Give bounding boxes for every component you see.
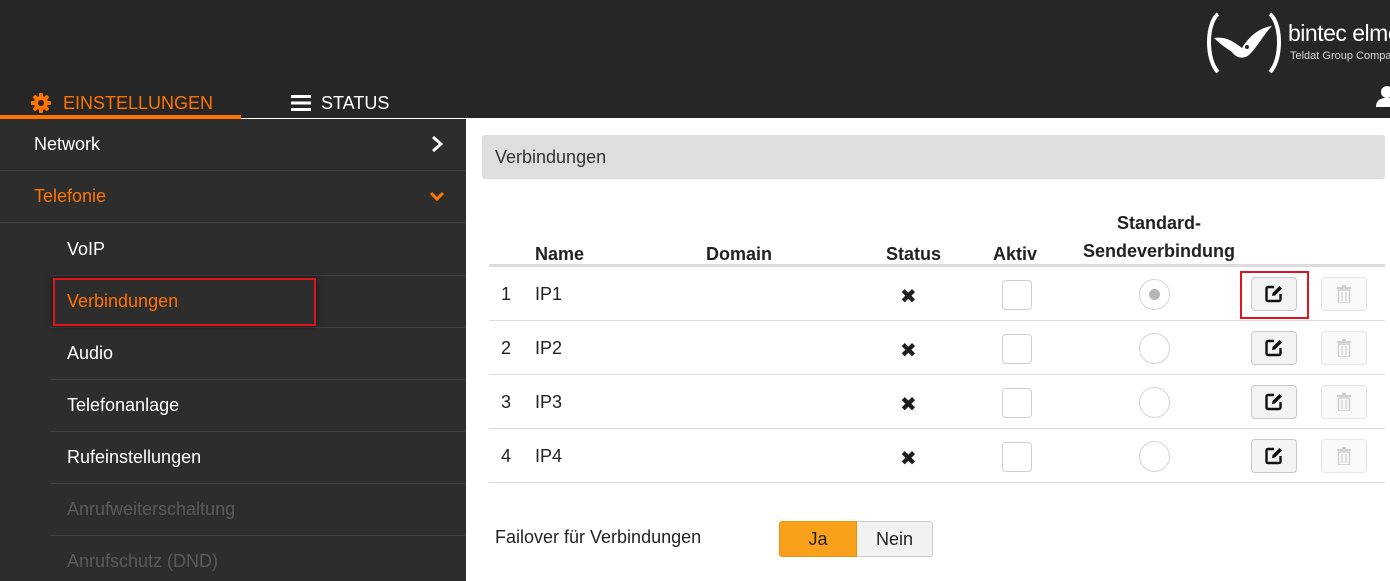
sidebar-item-label: Telefonanlage [67, 394, 180, 415]
row-number: 2 [501, 338, 512, 358]
edit-icon [1265, 393, 1282, 411]
table-row: 3 IP3 ✖ [489, 375, 1385, 429]
sidebar-item-telefonie[interactable]: Telefonie [0, 171, 466, 223]
tab-status[interactable]: STATUS [291, 88, 389, 118]
aktiv-checkbox[interactable] [1002, 442, 1032, 472]
brand-subtitle: Teldat Group Company [1290, 50, 1390, 62]
row-name: IP2 [535, 338, 563, 358]
column-header-name: Name [535, 244, 585, 264]
column-header-aktiv: Aktiv [993, 244, 1038, 264]
sidebar-item-network[interactable]: Network [0, 119, 466, 171]
sidebar: Network Telefonie VoIP Verbindungen Audi… [0, 119, 466, 581]
failover-nein-button[interactable]: Nein [857, 521, 933, 557]
row-number: 4 [501, 446, 512, 466]
sidebar-item-label: Audio [67, 342, 114, 363]
standard-radio[interactable] [1139, 441, 1170, 472]
chevron-down-icon [430, 191, 444, 202]
delete-button [1321, 277, 1367, 311]
chevron-right-icon [432, 135, 444, 153]
sidebar-item-anrufschutz: Anrufschutz (DND) [0, 535, 466, 581]
trash-icon [1337, 285, 1351, 303]
aktiv-checkbox[interactable] [1002, 280, 1032, 310]
standard-radio[interactable] [1139, 279, 1170, 310]
table-row: 1 IP1 ✖ [489, 267, 1385, 321]
tab-einstellungen[interactable]: EINSTELLUNGEN [31, 88, 213, 118]
section-header: Verbindungen [482, 135, 1385, 179]
top-bar: bintec elmeg Teldat Group Company EINSTE… [0, 0, 1390, 119]
sidebar-item-rufeinstellungen[interactable]: Rufeinstellungen [0, 431, 466, 484]
tab-einstellungen-label: EINSTELLUNGEN [63, 92, 214, 113]
sidebar-item-verbindungen[interactable]: Verbindungen [0, 275, 466, 328]
sidebar-item-label: Network [34, 134, 101, 154]
sidebar-item-label: Anrufweiterschaltung [67, 498, 236, 519]
edit-button[interactable] [1251, 331, 1297, 365]
sidebar-item-label: Rufeinstellungen [67, 446, 202, 467]
row-number: 3 [501, 392, 512, 412]
edit-button[interactable] [1251, 277, 1297, 311]
table-row: 4 IP4 ✖ [489, 429, 1385, 483]
column-header-standard: Standard- Sendeverbindung [1076, 209, 1242, 265]
standard-radio[interactable] [1139, 333, 1170, 364]
bird-logo-icon [1207, 12, 1281, 74]
failover-label: Failover für Verbindungen [495, 527, 702, 547]
user-icon[interactable] [1376, 85, 1390, 107]
row-number: 1 [501, 284, 512, 304]
row-name: IP1 [535, 284, 563, 304]
column-header-status: Status [886, 244, 942, 264]
delete-button [1321, 385, 1367, 419]
edit-button[interactable] [1251, 385, 1297, 419]
edit-button[interactable] [1251, 439, 1297, 473]
sidebar-item-label: Anrufschutz (DND) [67, 550, 219, 571]
delete-button [1321, 439, 1367, 473]
aktiv-checkbox[interactable] [1002, 334, 1032, 364]
brand-logo: bintec elmeg Teldat Group Company [1200, 8, 1390, 78]
sidebar-item-label: Verbindungen [67, 290, 179, 311]
menu-icon [291, 95, 311, 111]
column-header-standard-line2: Sendeverbindung [1082, 241, 1235, 261]
tab-status-label: STATUS [321, 92, 390, 113]
trash-icon [1337, 393, 1351, 411]
status-x-icon: ✖ [900, 448, 917, 470]
edit-icon [1265, 339, 1282, 357]
section-title: Verbindungen [495, 146, 607, 167]
status-x-icon: ✖ [900, 286, 917, 308]
trash-icon [1337, 339, 1351, 357]
column-header-domain: Domain [706, 244, 773, 264]
brand-name: bintec elmeg [1288, 20, 1390, 46]
table-header: Name Domain Status Aktiv Standard- Sende… [466, 201, 1390, 271]
sidebar-item-label: Telefonie [34, 186, 107, 206]
standard-radio[interactable] [1139, 387, 1170, 418]
sidebar-item-anrufweiterschaltung: Anrufweiterschaltung [0, 483, 466, 536]
status-x-icon: ✖ [900, 394, 917, 416]
edit-icon [1265, 285, 1282, 303]
sidebar-item-voip[interactable]: VoIP [0, 223, 466, 276]
gear-icon [31, 93, 51, 113]
failover-ja-button[interactable]: Ja [779, 521, 857, 557]
table-row: 2 IP2 ✖ [489, 321, 1385, 375]
sidebar-item-telefonanlage[interactable]: Telefonanlage [0, 379, 466, 432]
main-content: Verbindungen Name Domain Status Aktiv St… [466, 119, 1390, 581]
sidebar-item-audio[interactable]: Audio [0, 327, 466, 380]
row-name: IP3 [535, 392, 563, 412]
sidebar-item-label: VoIP [67, 238, 106, 259]
row-name: IP4 [535, 446, 563, 466]
aktiv-checkbox[interactable] [1002, 388, 1032, 418]
status-x-icon: ✖ [900, 340, 917, 362]
trash-icon [1337, 447, 1351, 465]
column-header-standard-line1: Standard- [1116, 213, 1201, 233]
edit-icon [1265, 447, 1282, 465]
delete-button [1321, 331, 1367, 365]
